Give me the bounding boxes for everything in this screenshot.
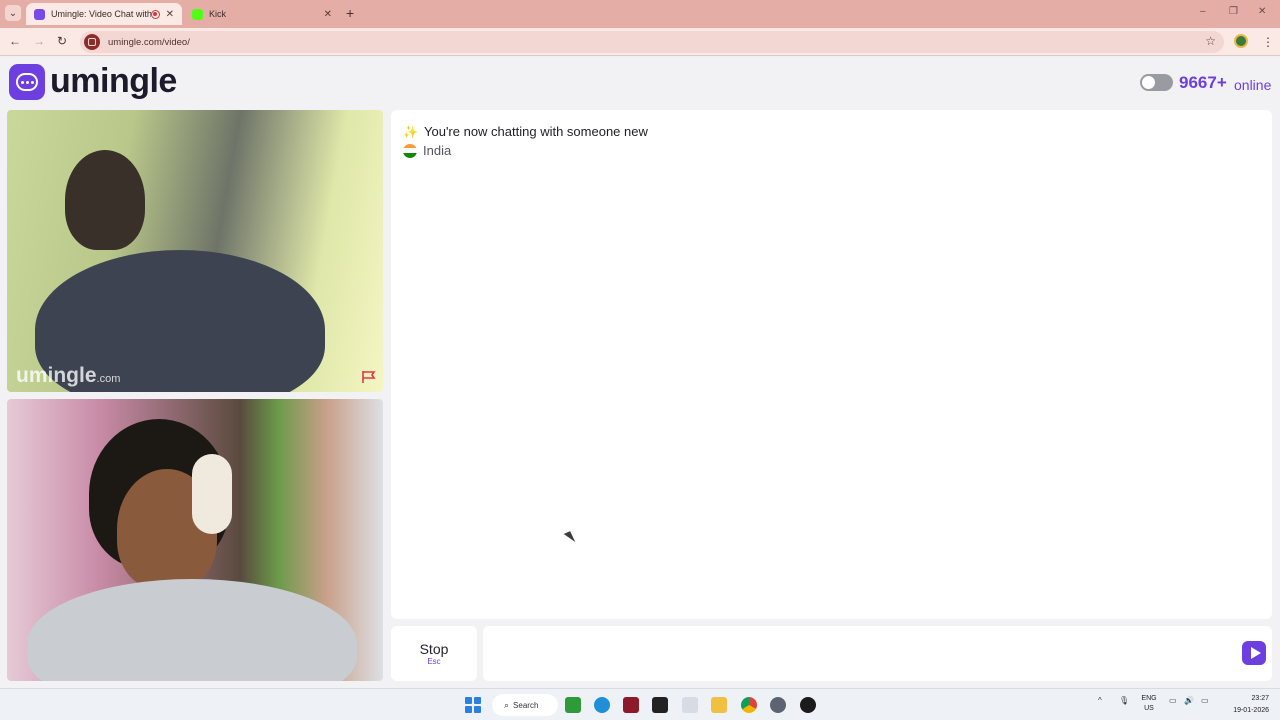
self-video [7, 399, 383, 681]
clock-date: 19-01-2026 [1233, 707, 1269, 714]
logo-text[interactable]: umingle [50, 62, 177, 101]
site-info-icon[interactable] [84, 34, 100, 50]
headphones-icon [192, 454, 232, 534]
back-button[interactable]: ← [9, 34, 21, 48]
umingle-logo-icon[interactable] [9, 64, 45, 100]
close-window-button[interactable]: ✕ [1258, 6, 1266, 17]
start-button[interactable] [465, 697, 481, 713]
new-tab-button[interactable]: + [346, 5, 354, 21]
stranger-video: umingle.com [7, 110, 383, 392]
search-icon: ⌕ [504, 699, 510, 710]
send-icon[interactable] [1242, 641, 1266, 665]
country-line: India [403, 143, 451, 158]
page-content: umingle 9667+ online umingle.com ✨ You'r… [0, 57, 1280, 688]
obs-icon[interactable] [800, 697, 816, 713]
network-icon[interactable]: ▭ [1169, 696, 1177, 705]
browser-tab-strip: ⌄ Umingle: Video Chat with S ✕ Kick ✕ + … [0, 0, 1280, 28]
recording-indicator-icon [150, 9, 160, 19]
notepad-icon[interactable] [682, 697, 698, 713]
battery-icon[interactable]: ▭ [1201, 696, 1209, 705]
stranger-head [65, 150, 145, 250]
theme-toggle[interactable] [1140, 74, 1173, 91]
settings-gear-icon[interactable] [770, 697, 786, 713]
edge-icon[interactable] [594, 697, 610, 713]
sparkles-icon: ✨ [403, 124, 418, 139]
file-explorer-icon[interactable] [711, 697, 727, 713]
report-flag-icon[interactable] [361, 370, 377, 384]
stop-label: Stop [419, 641, 449, 657]
tray-chevron-up-icon[interactable]: ^ [1098, 696, 1102, 705]
self-shirt [27, 579, 357, 681]
clock-time: 23:27 [1251, 695, 1269, 702]
chrome-icon[interactable] [741, 697, 757, 713]
online-label: online [1234, 77, 1272, 93]
close-tab-icon[interactable]: ✕ [166, 9, 174, 20]
windows-taskbar: ⌕ Search ^ 🎙 ENG US ▭ 🔊 ▭ 23:27 19-01-20… [0, 688, 1280, 720]
address-bar[interactable]: umingle.com/video/ ☆ [80, 31, 1224, 53]
reload-button[interactable]: ↻ [57, 34, 67, 48]
volume-icon[interactable]: 🔊 [1184, 696, 1194, 705]
xbox-icon[interactable] [565, 697, 581, 713]
taskbar-clock[interactable]: 23:27 19-01-2026 [1225, 693, 1269, 717]
message-input[interactable] [483, 626, 1272, 681]
kick-favicon-icon [192, 8, 203, 20]
search-label: Search [513, 700, 539, 710]
minimize-button[interactable]: – [1200, 6, 1206, 17]
online-count: 9667+ [1179, 73, 1227, 92]
india-flag-icon [403, 143, 417, 158]
profile-avatar[interactable] [1234, 34, 1248, 48]
chat-panel: ✨ You're now chatting with someone new I… [391, 110, 1272, 619]
system-message: ✨ You're now chatting with someone new [403, 124, 648, 139]
country-text: India [423, 143, 452, 158]
taskbar-search[interactable]: ⌕ Search [492, 694, 558, 716]
restore-button[interactable]: ❐ [1229, 6, 1238, 17]
app-icon[interactable] [623, 697, 639, 713]
tab-search-menu-button[interactable]: ⌄ [5, 5, 21, 21]
close-tab-icon[interactable]: ✕ [324, 9, 332, 20]
forward-button[interactable]: → [33, 34, 45, 48]
stop-button[interactable]: Stop Esc [391, 626, 477, 681]
status-message-text: You're now chatting with someone new [424, 124, 648, 139]
epic-games-icon[interactable] [652, 697, 668, 713]
url-text: umingle.com/video/ [108, 36, 190, 48]
tab-title: Umingle: Video Chat with S [51, 9, 151, 19]
language-indicator[interactable]: ENG US [1140, 694, 1158, 714]
umingle-favicon-icon [34, 8, 45, 20]
browser-menu-icon[interactable]: ⋮ [1262, 35, 1274, 49]
tab-title: Kick [209, 9, 227, 19]
tab-kick[interactable]: Kick ✕ [184, 3, 340, 25]
tab-umingle[interactable]: Umingle: Video Chat with S ✕ [26, 3, 182, 25]
umingle-watermark: umingle.com [16, 364, 121, 387]
browser-toolbar: ← → ↻ umingle.com/video/ ☆ [0, 28, 1280, 56]
microphone-icon[interactable]: 🎙 [1119, 696, 1129, 705]
stop-shortcut: Esc [427, 657, 441, 666]
bookmark-star-icon[interactable]: ☆ [1205, 34, 1216, 48]
